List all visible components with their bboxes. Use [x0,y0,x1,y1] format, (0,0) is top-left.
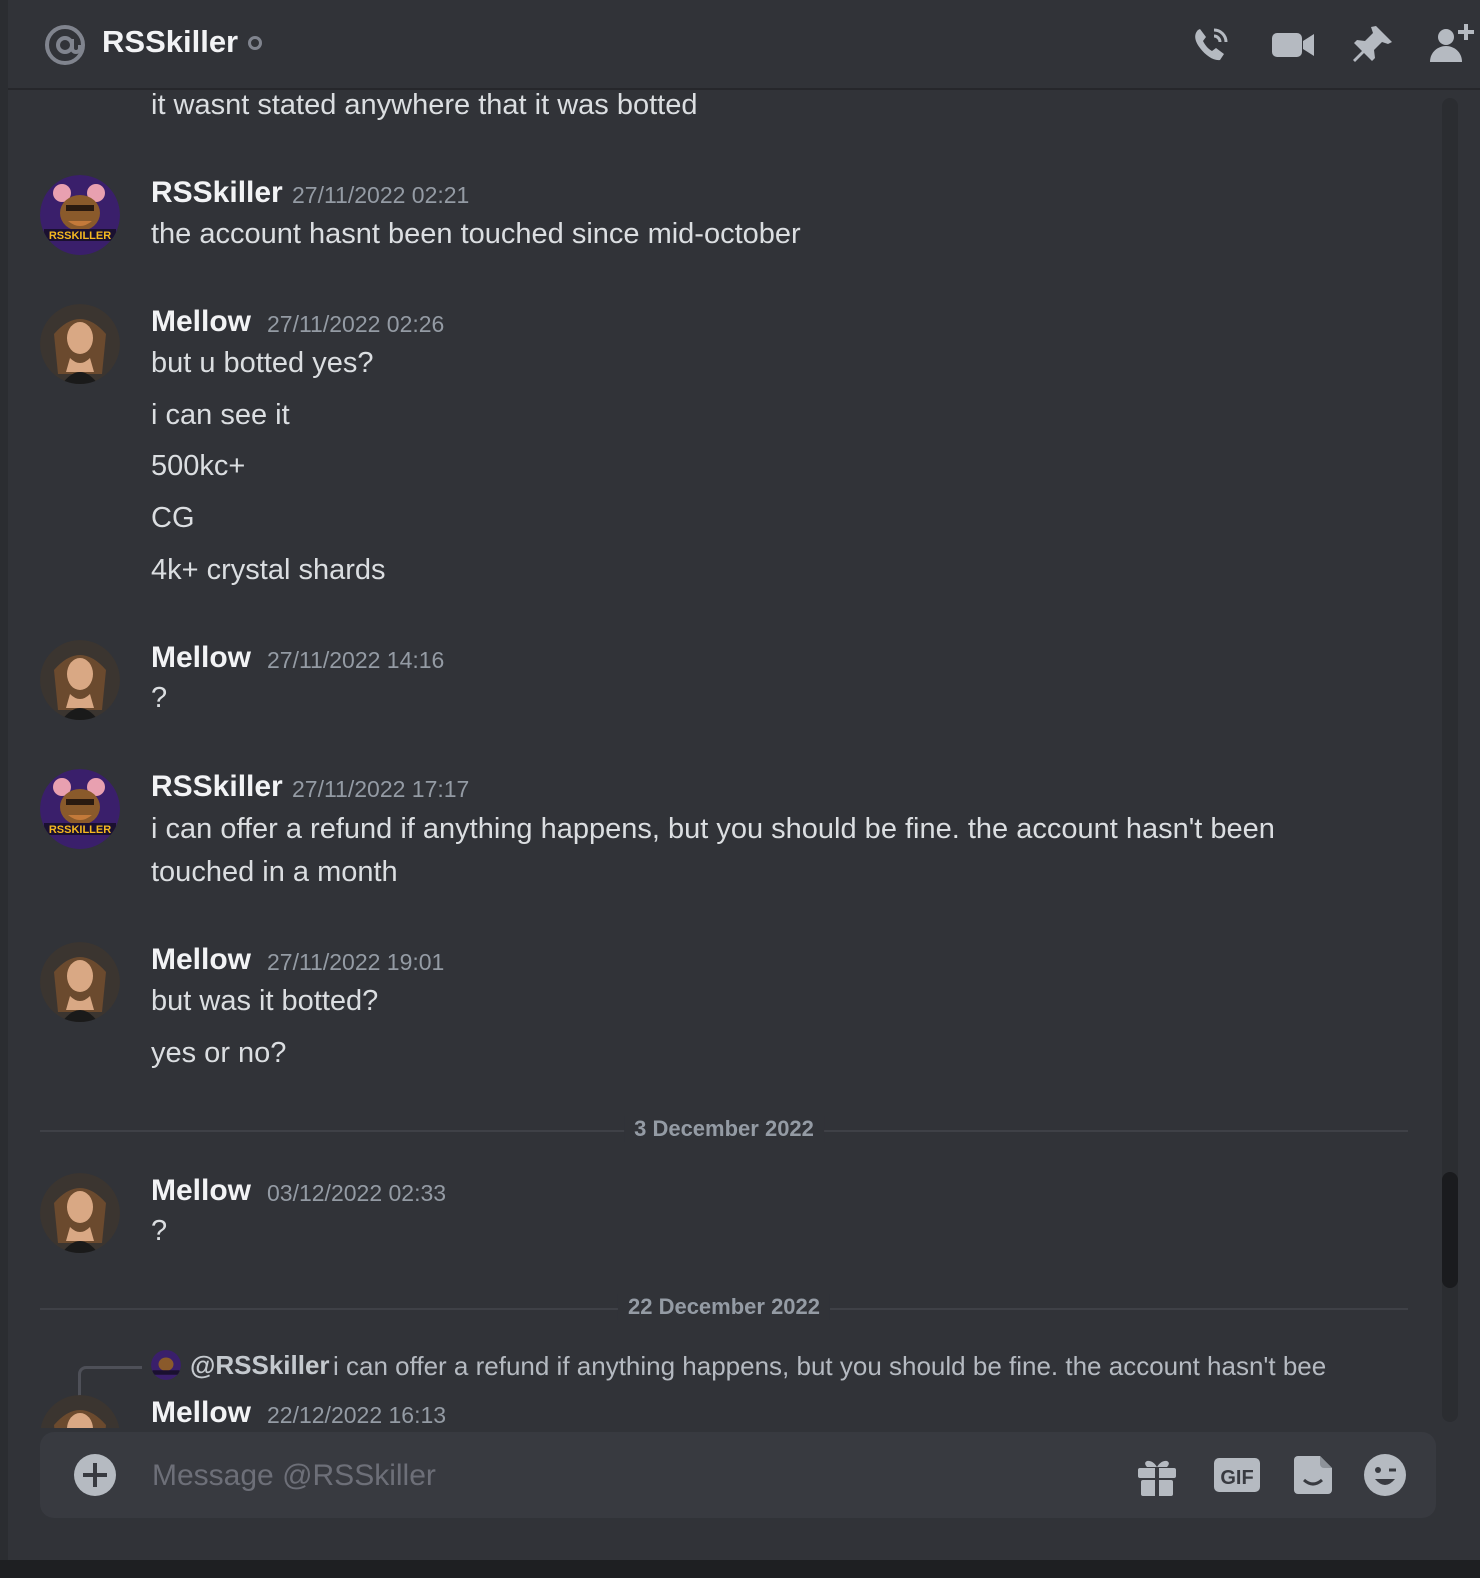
message-text: the account hasnt been touched since mid… [151,218,801,250]
message-timestamp: 27/11/2022 17:17 [292,776,470,802]
reply-avatar[interactable] [151,1350,181,1380]
message-author[interactable]: Mellow [151,305,251,339]
message-text: yes or no? [151,1037,287,1069]
message-composer: GIF [40,1432,1436,1518]
date-divider: 3 December 2022 [40,1116,1408,1142]
svg-text:GIF: GIF [1220,1467,1253,1489]
gif-icon[interactable]: GIF [1212,1452,1262,1498]
avatar[interactable]: RSSKILLER [40,769,120,849]
emoji-icon[interactable] [1362,1452,1408,1498]
reply-preview[interactable]: i can offer a refund if anything happens… [333,1351,1343,1382]
message-text: 4k+ crystal shards [151,554,386,586]
message-text: 500kc+ [151,450,246,482]
message-text: CG [151,502,195,534]
message-text: ? [151,1215,168,1247]
avatar[interactable] [40,1173,120,1253]
date-divider-label: 3 December 2022 [624,1116,824,1142]
message-list: it wasnt stated anywhere that it was bot… [8,92,1438,1428]
avatar[interactable] [40,304,120,384]
pinned-messages-icon[interactable] [1350,22,1396,68]
message-author[interactable]: Mellow [151,1174,251,1208]
svg-text:RSSKILLER: RSSKILLER [49,230,111,242]
avatar[interactable]: RSSKILLER [40,175,120,255]
channel-header: RSSkiller [8,0,1480,90]
message-timestamp: 27/11/2022 19:01 [267,949,445,975]
scrollbar-thumb[interactable] [1442,1172,1458,1288]
gift-icon[interactable] [1134,1452,1180,1498]
reply-spine [78,1366,142,1396]
status-indicator [248,36,262,50]
avatar[interactable] [40,640,120,720]
message-timestamp: 22/12/2022 16:13 [267,1402,447,1428]
video-call-icon[interactable] [1270,22,1316,68]
message-input[interactable] [150,1448,1114,1504]
message-author[interactable]: Mellow [151,1396,251,1428]
reply-mention[interactable]: @RSSkiller [190,1350,330,1381]
message-author[interactable]: Mellow [151,943,251,977]
message-text: but was it botted? [151,985,379,1017]
message-author[interactable]: RSSkiller [151,176,283,210]
avatar[interactable] [40,942,120,1022]
window-bottom-edge [0,1560,1480,1578]
message-timestamp: 03/12/2022 02:33 [267,1180,447,1206]
message-text: but u botted yes? [151,347,374,379]
message-author[interactable]: RSSkiller [151,770,283,804]
message-timestamp: 27/11/2022 02:26 [267,311,445,337]
message-author[interactable]: Mellow [151,641,251,675]
voice-call-icon[interactable] [1188,22,1234,68]
window-edge [0,0,8,1578]
date-divider: 22 December 2022 [40,1294,1408,1320]
at-icon [42,22,88,68]
message-text: i can see it [151,399,290,431]
sticker-icon[interactable] [1290,1452,1336,1498]
message-timestamp: 27/11/2022 14:16 [267,647,445,673]
message-text: i can offer a refund if anything happens… [151,813,1275,888]
channel-title: RSSkiller [102,24,239,59]
add-attachment-icon[interactable] [74,1454,116,1496]
date-divider-label: 22 December 2022 [617,1294,831,1320]
message-timestamp: 27/11/2022 02:21 [292,182,470,208]
message-text: ? [151,682,168,714]
add-friends-icon[interactable] [1428,22,1474,68]
svg-text:RSSKILLER: RSSKILLER [49,824,111,836]
avatar[interactable] [40,1395,120,1428]
message-text: it wasnt stated anywhere that it was bot… [151,92,698,121]
